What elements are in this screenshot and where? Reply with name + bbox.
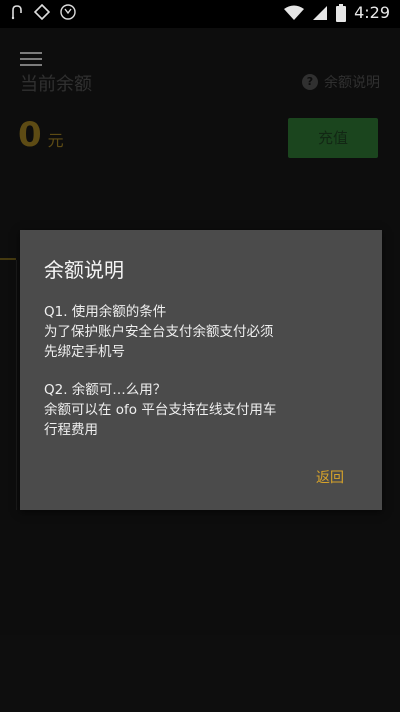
dialog-back-button[interactable]: 返回 <box>310 466 350 488</box>
faq-answer-line: 余额可以在 ofo 平台支持在线支付用车 <box>44 402 277 418</box>
dialog-body: Q1. 使用余额的条件 为了保护账户安全台支付余额支付必须 先绑定手机号 Q2.… <box>44 302 364 458</box>
wifi-icon <box>284 5 305 21</box>
battery-icon <box>336 3 347 22</box>
app-badge-icon <box>60 4 76 20</box>
status-right-icons: 4:29 <box>284 3 390 22</box>
status-time: 4:29 <box>354 3 390 22</box>
dialog-title: 余额说明 <box>44 258 124 282</box>
faq-question: Q1. 使用余额的条件 <box>44 304 167 320</box>
sync-icon <box>34 4 50 20</box>
signal-icon <box>312 5 328 21</box>
status-left-icons <box>10 4 76 20</box>
balance-info-dialog: 余额说明 Q1. 使用余额的条件 为了保护账户安全台支付余额支付必须 先绑定手机… <box>20 230 382 510</box>
faq-item: Q2. 余额可…么用？ 余额可以在 ofo 平台支持在线支付用车 行程费用 <box>44 380 364 440</box>
faq-answer-line: 先绑定手机号 <box>44 344 125 360</box>
screen: 4:29 当前余额 ? 余额说明 0 元 充值 余额说明 Q1. 使用余额的条件… <box>0 0 400 712</box>
usb-icon <box>10 4 24 20</box>
faq-item: Q1. 使用余额的条件 为了保护账户安全台支付余额支付必须 先绑定手机号 <box>44 302 364 362</box>
status-bar: 4:29 <box>0 0 400 28</box>
faq-question: Q2. 余额可…么用？ <box>44 382 167 398</box>
faq-answer-line: 为了保护账户安全台支付余额支付必须 <box>44 324 274 340</box>
faq-answer-line: 行程费用 <box>44 422 98 438</box>
